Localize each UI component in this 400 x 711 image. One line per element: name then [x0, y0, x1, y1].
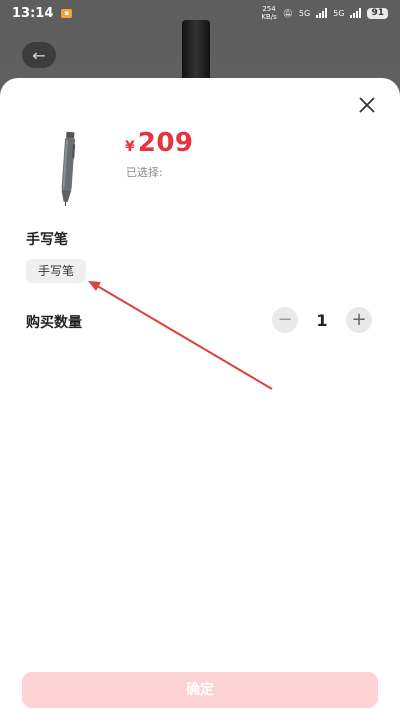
close-icon[interactable]	[356, 94, 378, 116]
mute-icon: 🔕︎	[282, 8, 293, 18]
confirm-button[interactable]: 确定	[22, 672, 378, 708]
quantity-stepper: − 1 +	[272, 307, 372, 333]
status-time: 13:14	[12, 5, 54, 21]
notification-app-icon: ▪	[61, 8, 73, 18]
sku-bottom-sheet: ¥ 209 已选择: 手写笔 手写笔 购买数量 − 1 + 确定	[0, 78, 400, 711]
back-arrow-icon: ←	[32, 45, 46, 65]
status-icons: 254 KB/s 🔕︎ 5G 5G 91	[261, 5, 388, 21]
back-button[interactable]: ←	[22, 42, 56, 68]
price-amount: 209	[137, 128, 194, 158]
signal-label-1: 5G	[298, 8, 311, 18]
quantity-decrease-button[interactable]: −	[272, 307, 298, 333]
selected-spec-label: 已选择:	[126, 166, 163, 179]
signal-label-2: 5G	[333, 8, 345, 18]
quantity-section-title: 购买数量	[26, 315, 82, 331]
quantity-increase-button[interactable]: +	[346, 307, 372, 333]
spec-option-chip[interactable]: 手写笔	[26, 259, 87, 283]
currency-symbol: ¥	[125, 139, 135, 155]
background-product-image	[182, 20, 210, 78]
battery-level: 91	[367, 7, 388, 19]
network-speed: 254 KB/s	[261, 5, 277, 21]
signal-strength-icon-2	[350, 8, 362, 18]
price: ¥ 209	[125, 128, 194, 158]
spec-section-title: 手写笔	[26, 232, 68, 248]
product-thumbnail	[61, 131, 76, 206]
signal-strength-icon	[316, 8, 328, 18]
quantity-value: 1	[316, 310, 328, 330]
